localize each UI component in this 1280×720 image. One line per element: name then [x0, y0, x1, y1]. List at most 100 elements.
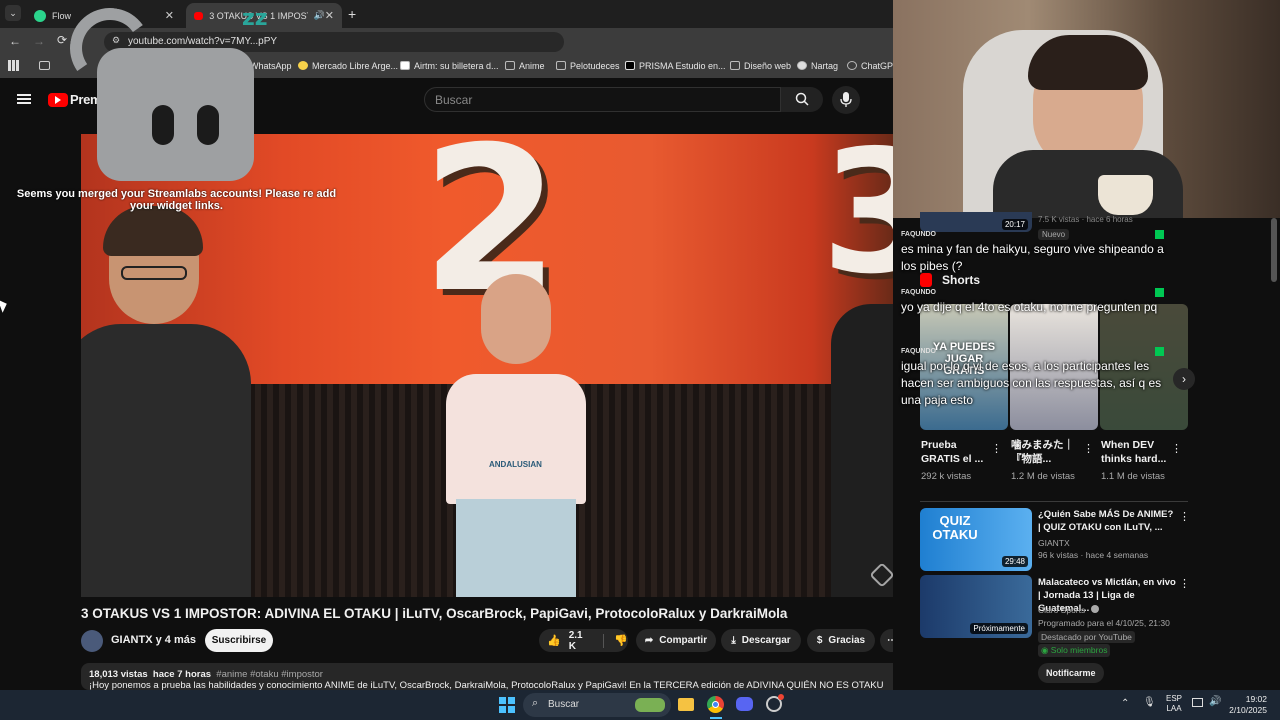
- apps-grid-icon[interactable]: [8, 60, 19, 71]
- streamlabs-warning-message: Seems you merged your Streamlabs account…: [16, 188, 337, 212]
- bookmark-nartag[interactable]: Nartag: [797, 61, 838, 71]
- dislike-icon[interactable]: 👎: [614, 634, 628, 647]
- recommendation-channel[interactable]: Claro Sports: [1038, 605, 1099, 615]
- like-count[interactable]: 2.1 K: [569, 630, 592, 652]
- video-description[interactable]: 18,013 vistas hace 7 horas #anime #otaku…: [81, 663, 904, 690]
- shorts-label: Shorts: [942, 273, 981, 287]
- download-icon: ⤓: [731, 635, 736, 646]
- sidebar-scrollbar[interactable]: [1271, 218, 1277, 282]
- shorts-next-button[interactable]: ›: [1173, 368, 1195, 390]
- channel-avatar[interactable]: [81, 630, 103, 652]
- streaming-app-icon[interactable]: [766, 694, 784, 712]
- forward-icon[interactable]: →: [33, 34, 45, 48]
- windows-start-icon[interactable]: [499, 697, 515, 713]
- top-recommendation-meta: 7.5 K vistas · hace 6 horas: [1038, 215, 1133, 224]
- clock[interactable]: 19:02 2/10/2025: [1225, 694, 1267, 716]
- bookmark-chatgpt[interactable]: ChatGPT: [847, 61, 899, 71]
- mercado-libre-icon: [298, 61, 308, 70]
- recommendation-thumbnail[interactable]: QUIZ OTAKU 29:48: [920, 508, 1032, 571]
- download-button[interactable]: ⤓ Descargar: [721, 629, 801, 652]
- tray-chevron-icon[interactable]: ⌃: [1121, 698, 1129, 709]
- file-explorer-icon[interactable]: [678, 698, 694, 711]
- reload-icon[interactable]: ⟳: [57, 33, 67, 47]
- bookmark-airtm[interactable]: Airtm: su billetera d...: [400, 61, 499, 71]
- youtube-favicon-icon: [194, 11, 204, 20]
- short-menu-icon[interactable]: ⋮: [1171, 442, 1182, 455]
- video-actions-row: GIANTX y 4 más Suscribirse 👍 2.1 K 👎 ➦ C…: [81, 629, 904, 653]
- voice-search-button[interactable]: [832, 86, 860, 114]
- channel-name[interactable]: GIANTX y 4 más: [111, 634, 196, 646]
- like-icon[interactable]: 👍: [547, 634, 561, 647]
- search-button[interactable]: [781, 87, 823, 112]
- recommendation-meta: 96 k vistas · hace 4 semanas: [1038, 550, 1149, 560]
- wordpress-icon: [797, 61, 807, 70]
- upload-time: hace 7 horas: [152, 669, 212, 680]
- folder-icon: [556, 61, 566, 70]
- close-tab-icon[interactable]: ✕: [325, 9, 334, 22]
- volume-icon[interactable]: 🔊: [1209, 696, 1221, 707]
- close-tab-icon[interactable]: ✕: [165, 9, 174, 22]
- hashtags[interactable]: #anime #otaku #impostor: [216, 669, 323, 680]
- webcam-mug: [1098, 175, 1153, 215]
- speaker-icon[interactable]: 🔊: [314, 10, 325, 21]
- flow-favicon-icon: [34, 9, 46, 22]
- shorts-icon: [920, 273, 932, 287]
- recommendation-title[interactable]: ¿Quién Sabe MÁS De ANIME? | QUIZ OTAKU c…: [1038, 508, 1176, 534]
- short-title[interactable]: 噛みまみた｜『物語...: [1011, 438, 1081, 466]
- section-divider: [920, 501, 1188, 502]
- bookmark-label: Airtm: su billetera d...: [414, 61, 499, 71]
- mic-tray-icon[interactable]: 🎙: [1143, 697, 1156, 708]
- taskbar-search-placeholder: Buscar: [548, 699, 580, 710]
- members-only-badge: ◉ Solo miembros: [1038, 644, 1111, 657]
- subscribe-button[interactable]: Suscribirse: [205, 629, 273, 652]
- taskbar-search-icon: ⌕: [532, 697, 539, 709]
- recommendation-channel[interactable]: GIANTX: [1038, 538, 1070, 548]
- bookmark-anime[interactable]: Anime: [505, 61, 545, 71]
- shorts-header: Shorts: [920, 273, 980, 287]
- video-title: 3 OTAKUS VS 1 IMPOSTOR: ADIVINA EL OTAKU…: [81, 606, 788, 621]
- thanks-button[interactable]: $ Gracias: [807, 629, 875, 652]
- notify-me-button[interactable]: Notificarme: [1038, 663, 1104, 683]
- new-tab-button[interactable]: +: [348, 6, 356, 22]
- recommendation-thumbnail[interactable]: Próximamente: [920, 575, 1032, 638]
- recommendation-menu-icon[interactable]: ⋮: [1179, 510, 1190, 523]
- chat-username: FAQUNDO: [901, 231, 936, 238]
- like-dislike-group: 👍 2.1 K 👎: [539, 629, 628, 652]
- recommendation-menu-icon[interactable]: ⋮: [1179, 577, 1190, 590]
- discord-icon[interactable]: [736, 697, 753, 711]
- featured-badge: Destacado por YouTube: [1038, 631, 1135, 643]
- bookmark-diseno-web[interactable]: Diseño web: [730, 61, 791, 71]
- short-menu-icon[interactable]: ⋮: [991, 442, 1002, 455]
- folder-icon: [505, 61, 515, 70]
- back-icon[interactable]: ←: [9, 34, 21, 48]
- taskbar-search[interactable]: ⌕ Buscar: [523, 693, 671, 717]
- search-input[interactable]: Buscar: [424, 87, 781, 112]
- clock-date: 2/10/2025: [1229, 705, 1267, 715]
- new-badge: Nuevo: [1038, 229, 1070, 240]
- hamburger-menu-icon[interactable]: [17, 94, 31, 104]
- bookmark-folder-icon[interactable]: [39, 61, 50, 70]
- description-meta-line: 18,013 vistas hace 7 horas #anime #otaku…: [89, 669, 896, 680]
- verified-icon: [1090, 605, 1099, 613]
- taskbar-active-indicator: [710, 717, 722, 719]
- bookmark-prisma[interactable]: PRISMA Estudio en...: [625, 61, 726, 71]
- description-text: ¡Hoy ponemos a prueba las habilidades y …: [89, 680, 884, 690]
- chrome-icon[interactable]: [707, 696, 724, 713]
- bookmark-pelotudeces[interactable]: Pelotudeces: [556, 61, 620, 71]
- members-label: Solo miembros: [1050, 645, 1108, 655]
- tab-list-button[interactable]: ⌄: [5, 5, 21, 21]
- airtm-icon: [400, 61, 410, 70]
- video-shirt-text: ANDALUSIAN: [489, 460, 542, 469]
- short-title[interactable]: Prueba GRATIS el ...: [921, 438, 991, 466]
- bookmark-mercado-libre[interactable]: Mercado Libre Arge...: [298, 61, 398, 71]
- share-icon: ➦: [644, 635, 654, 646]
- bookmark-whatsapp[interactable]: WhatsApp: [250, 61, 292, 71]
- chat-message: es mina y fan de haikyu, seguro vive shi…: [901, 242, 1164, 273]
- top-recommendation-thumb[interactable]: 20:17: [920, 212, 1032, 232]
- network-icon[interactable]: [1192, 698, 1203, 707]
- short-title[interactable]: When DEV thinks hard...: [1101, 438, 1171, 466]
- thanks-label: Gracias: [828, 635, 866, 646]
- short-menu-icon[interactable]: ⋮: [1083, 442, 1094, 455]
- language-indicator[interactable]: ESP LAA: [1166, 694, 1182, 714]
- share-button[interactable]: ➦ Compartir: [636, 629, 716, 652]
